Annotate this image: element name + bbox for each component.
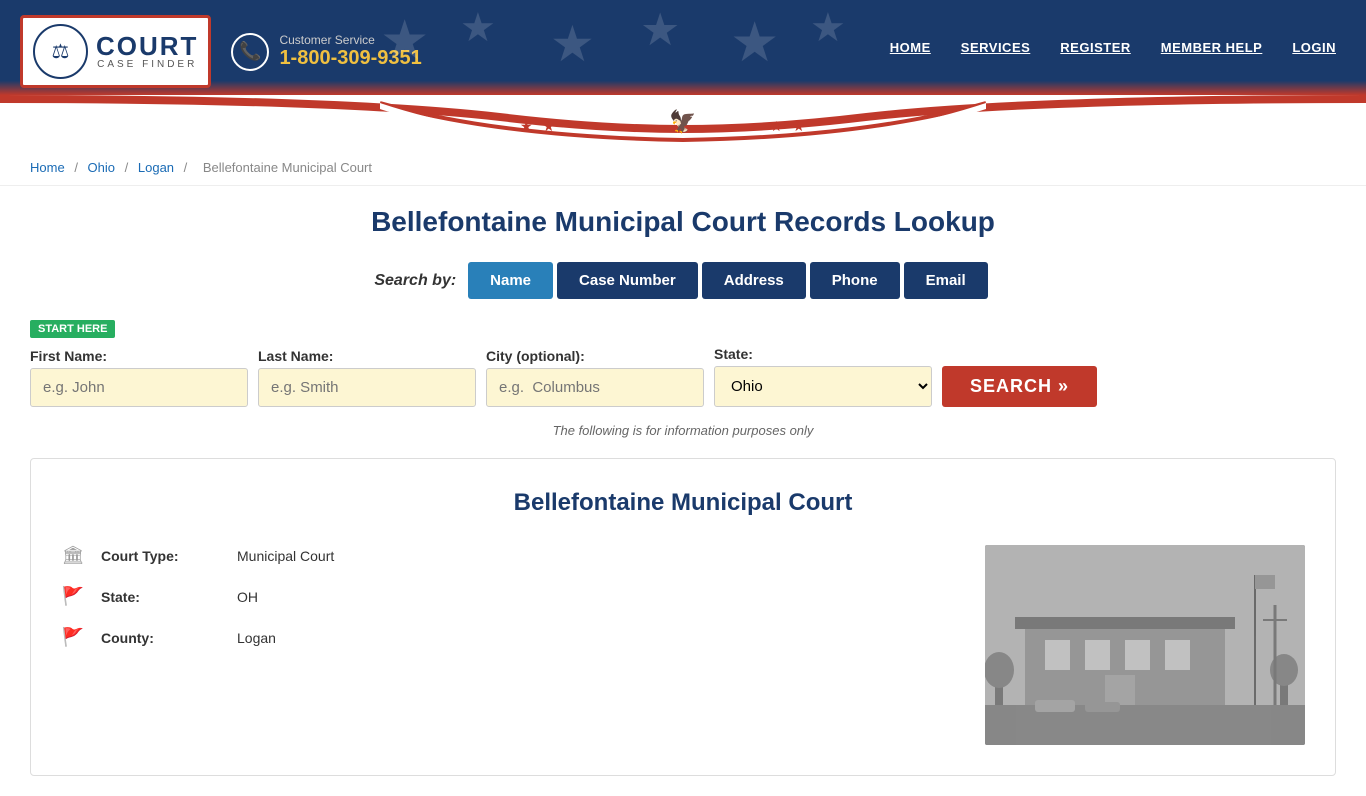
breadcrumb-ohio[interactable]: Ohio — [88, 160, 115, 175]
court-image — [985, 545, 1305, 745]
city-field: City (optional): — [486, 348, 704, 407]
phone-icon: 📞 — [231, 33, 269, 71]
court-type-value: Municipal Court — [237, 548, 334, 564]
court-type-icon: 🏛 — [61, 545, 85, 566]
search-by-label: Search by: — [374, 272, 456, 290]
breadcrumb-sep-3: / — [184, 160, 191, 175]
info-note: The following is for information purpose… — [30, 423, 1336, 438]
nav-services[interactable]: SERVICES — [961, 40, 1031, 55]
tab-phone[interactable]: Phone — [810, 262, 900, 299]
first-name-field: First Name: — [30, 348, 248, 407]
nav-login[interactable]: LOGIN — [1292, 40, 1336, 55]
breadcrumb-sep-1: / — [74, 160, 81, 175]
tab-address[interactable]: Address — [702, 262, 806, 299]
wave-svg: ★ ★ 🦅 ★ ★ — [0, 95, 1366, 150]
logo-court-label: COURT — [96, 33, 198, 59]
logo[interactable]: ⚖ COURT CASE FINDER — [20, 15, 211, 88]
first-name-input[interactable] — [30, 368, 248, 407]
main-nav: HOME SERVICES REGISTER MEMBER HELP LOGIN — [890, 40, 1336, 63]
state-select[interactable]: Ohio Alabama Alaska Arizona California C… — [714, 366, 932, 407]
nav-register[interactable]: REGISTER — [1060, 40, 1130, 55]
logo-text: COURT CASE FINDER — [96, 33, 198, 70]
phone-number: 1-800-309-9351 — [279, 47, 421, 70]
logo-case-finder-label: CASE FINDER — [96, 59, 198, 70]
state-label-detail: State: — [101, 589, 221, 605]
phone-info: Customer Service 1-800-309-9351 — [279, 33, 421, 70]
logo-emblem: ⚖ — [33, 24, 88, 79]
main-content: Bellefontaine Municipal Court Records Lo… — [0, 186, 1366, 796]
breadcrumb-current: Bellefontaine Municipal Court — [203, 160, 372, 175]
state-value: OH — [237, 589, 258, 605]
state-item: 🚩 State: OH — [61, 586, 985, 607]
last-name-input[interactable] — [258, 368, 476, 407]
court-building-svg — [985, 545, 1305, 745]
search-form-row: First Name: Last Name: City (optional): … — [30, 346, 1336, 407]
court-info-title: Bellefontaine Municipal Court — [61, 489, 1305, 517]
state-icon: 🚩 — [61, 586, 85, 607]
breadcrumb-logan[interactable]: Logan — [138, 160, 174, 175]
city-label: City (optional): — [486, 348, 704, 364]
state-field: State: Ohio Alabama Alaska Arizona Calif… — [714, 346, 932, 407]
wave-banner: ★ ★ 🦅 ★ ★ — [0, 95, 1366, 150]
court-type-label: Court Type: — [101, 548, 221, 564]
breadcrumb-sep-2: / — [125, 160, 132, 175]
search-form-area: START HERE First Name: Last Name: City (… — [30, 319, 1336, 407]
last-name-label: Last Name: — [258, 348, 476, 364]
state-label: State: — [714, 346, 932, 362]
county-icon: 🚩 — [61, 627, 85, 648]
page-title: Bellefontaine Municipal Court Records Lo… — [30, 206, 1336, 238]
first-name-label: First Name: — [30, 348, 248, 364]
site-header: ★ ★ ★ ★ ★ ★ ⚖ COURT CASE FINDER 📞 Custom… — [0, 0, 1366, 95]
svg-text:★ ★: ★ ★ — [520, 118, 558, 134]
phone-box: 📞 Customer Service 1-800-309-9351 — [231, 33, 421, 71]
header-left: ⚖ COURT CASE FINDER 📞 Customer Service 1… — [20, 15, 422, 88]
court-details-left: 🏛 Court Type: Municipal Court 🚩 State: O… — [61, 545, 985, 745]
tab-case-number[interactable]: Case Number — [557, 262, 698, 299]
tab-email[interactable]: Email — [904, 262, 988, 299]
last-name-field: Last Name: — [258, 348, 476, 407]
tab-name[interactable]: Name — [468, 262, 553, 299]
start-here-badge: START HERE — [30, 320, 115, 338]
court-info-box: Bellefontaine Municipal Court 🏛 Court Ty… — [30, 458, 1336, 776]
court-type-item: 🏛 Court Type: Municipal Court — [61, 545, 985, 566]
breadcrumb: Home / Ohio / Logan / Bellefontaine Muni… — [0, 150, 1366, 186]
phone-service-label: Customer Service — [279, 33, 421, 47]
svg-text:🦅: 🦅 — [669, 108, 696, 134]
court-details-row: 🏛 Court Type: Municipal Court 🚩 State: O… — [61, 545, 1305, 745]
nav-home[interactable]: HOME — [890, 40, 931, 55]
search-by-row: Search by: Name Case Number Address Phon… — [30, 262, 1336, 299]
city-input[interactable] — [486, 368, 704, 407]
county-label: County: — [101, 630, 221, 646]
nav-member-help[interactable]: MEMBER HELP — [1161, 40, 1263, 55]
breadcrumb-home[interactable]: Home — [30, 160, 65, 175]
county-value: Logan — [237, 630, 276, 646]
search-button[interactable]: SEARCH » — [942, 366, 1097, 407]
svg-text:★ ★: ★ ★ — [770, 118, 808, 134]
county-item: 🚩 County: Logan — [61, 627, 985, 648]
